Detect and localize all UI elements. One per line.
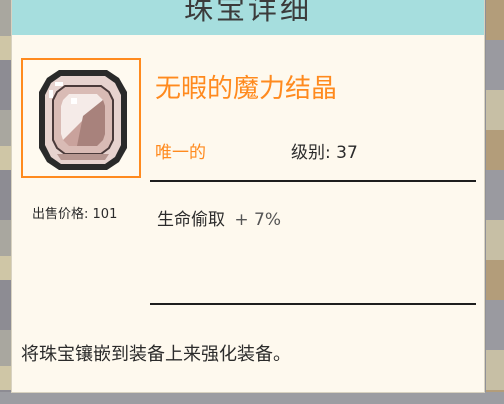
background-bottom bbox=[0, 392, 504, 404]
item-stat: 生命偷取 + 7% bbox=[157, 205, 281, 230]
dialog-title: 珠宝详细 bbox=[183, 0, 312, 26]
background-right bbox=[486, 0, 504, 404]
gem-crystal-icon bbox=[39, 70, 127, 170]
level-label: 级别: bbox=[291, 143, 331, 163]
item-name: 无暇的魔力结晶 bbox=[155, 74, 338, 104]
stat-name: 生命偷取 bbox=[157, 210, 225, 230]
sell-price: 出售价格: 101 bbox=[32, 203, 117, 222]
stat-value: + 7% bbox=[234, 210, 282, 230]
item-description: 将珠宝镶嵌到装备上来强化装备。 bbox=[21, 344, 291, 365]
level-value: 37 bbox=[336, 143, 358, 163]
dialog-title-bar: 珠宝详细 bbox=[12, 0, 484, 35]
item-icon-frame bbox=[21, 58, 141, 178]
item-rarity: 唯一的 bbox=[155, 143, 206, 163]
item-level: 级别: 37 bbox=[291, 138, 358, 163]
divider-bottom bbox=[150, 303, 476, 305]
price-label: 出售价格: bbox=[32, 207, 89, 222]
jewel-detail-dialog: 珠宝详细 无暇的魔力结晶 唯一的 级别: 37 出售价格: 101 生命偷取 +… bbox=[12, 0, 484, 392]
price-value: 101 bbox=[92, 207, 118, 222]
divider-top bbox=[150, 180, 476, 182]
